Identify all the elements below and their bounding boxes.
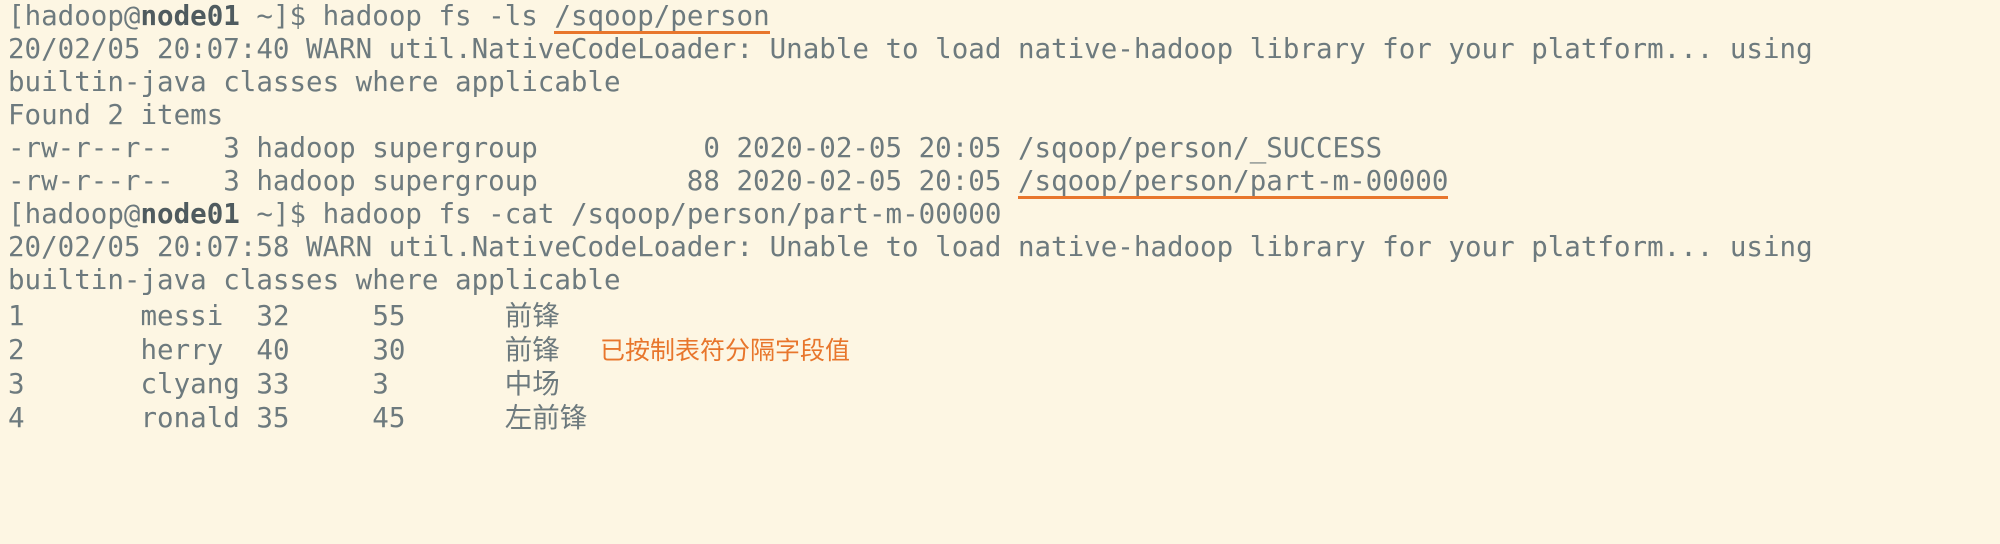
row-id: 1 [8, 300, 25, 332]
terminal-line-command-2: [hadoop@node01 ~]$ hadoop fs -cat /sqoop… [8, 198, 1001, 231]
terminal-line-warning-2-wrap: builtin-java classes where applicable [8, 264, 621, 296]
prompt-user: hadoop [24, 0, 124, 32]
file-listing-prefix: -rw-r--r-- 3 hadoop supergroup 88 2020-0… [8, 165, 1018, 197]
prompt-space-2 [240, 198, 257, 230]
command-text-cat: hadoop fs -cat /sqoop/person/part-m-0000… [322, 198, 1002, 230]
prompt-bracket-open: [ [8, 0, 25, 32]
row-name: ronald [140, 402, 240, 434]
row-num: 55 [372, 300, 406, 332]
terminal-line-warning-1-wrap: builtin-java classes where applicable [8, 66, 621, 98]
row-name: clyang [140, 368, 240, 400]
row-name: herry [140, 334, 224, 366]
terminal-line-warning-1: 20/02/05 20:07:40 WARN util.NativeCodeLo… [8, 33, 1813, 65]
prompt-at-symbol: @ [123, 0, 141, 32]
table-row: 3 clyang 33 3 中场 [8, 368, 560, 401]
row-position: 左前锋 [504, 402, 588, 434]
prompt-cwd-2: ~ [256, 198, 273, 230]
prompt-hostname: node01 [140, 0, 240, 32]
terminal-window[interactable]: [hadoop@node01 ~]$ hadoop fs -ls /sqoop/… [0, 0, 2000, 544]
prompt-user-2: hadoop [24, 198, 124, 230]
prompt-bracket-close: ]$ [272, 0, 323, 32]
highlighted-path-part-m-00000: /sqoop/person/part-m-00000 [1017, 165, 1449, 199]
prompt-bracket-close-2: ]$ [272, 198, 323, 230]
annotation-tab-separated-note: 已按制表符分隔字段值 [600, 336, 851, 365]
terminal-line-found-items: Found 2 items [8, 99, 224, 131]
prompt-bracket-open-2: [ [8, 198, 25, 230]
command-text-ls: hadoop fs -ls [322, 0, 555, 32]
highlighted-path-sqoop-person: /sqoop/person [554, 0, 770, 34]
row-num: 3 [372, 368, 389, 400]
row-id: 2 [8, 334, 25, 366]
row-age: 35 [256, 402, 290, 434]
terminal-line-file-success: -rw-r--r-- 3 hadoop supergroup 0 2020-02… [8, 132, 1383, 164]
row-position: 中场 [504, 368, 560, 400]
prompt-cwd: ~ [256, 0, 273, 32]
prompt-at-symbol-2: @ [123, 198, 141, 230]
table-row: 2 herry 40 30 前锋 [8, 334, 560, 367]
row-num: 30 [372, 334, 406, 366]
row-age: 33 [256, 368, 290, 400]
row-name: messi [140, 300, 224, 332]
row-position: 前锋 [504, 300, 560, 332]
row-age: 32 [256, 300, 290, 332]
row-id: 3 [8, 368, 25, 400]
row-position: 前锋 [504, 334, 560, 366]
row-age: 40 [256, 334, 290, 366]
terminal-line-warning-2: 20/02/05 20:07:58 WARN util.NativeCodeLo… [8, 231, 1813, 263]
table-row: 4 ronald 35 45 左前锋 [8, 402, 587, 435]
row-id: 4 [8, 402, 25, 434]
terminal-line-command-1: [hadoop@node01 ~]$ hadoop fs -ls /sqoop/… [8, 0, 770, 34]
prompt-hostname-2: node01 [140, 198, 240, 230]
terminal-line-file-part-m: -rw-r--r-- 3 hadoop supergroup 88 2020-0… [8, 165, 1449, 199]
table-row: 1 messi 32 55 前锋 [8, 300, 560, 333]
row-num: 45 [372, 402, 406, 434]
